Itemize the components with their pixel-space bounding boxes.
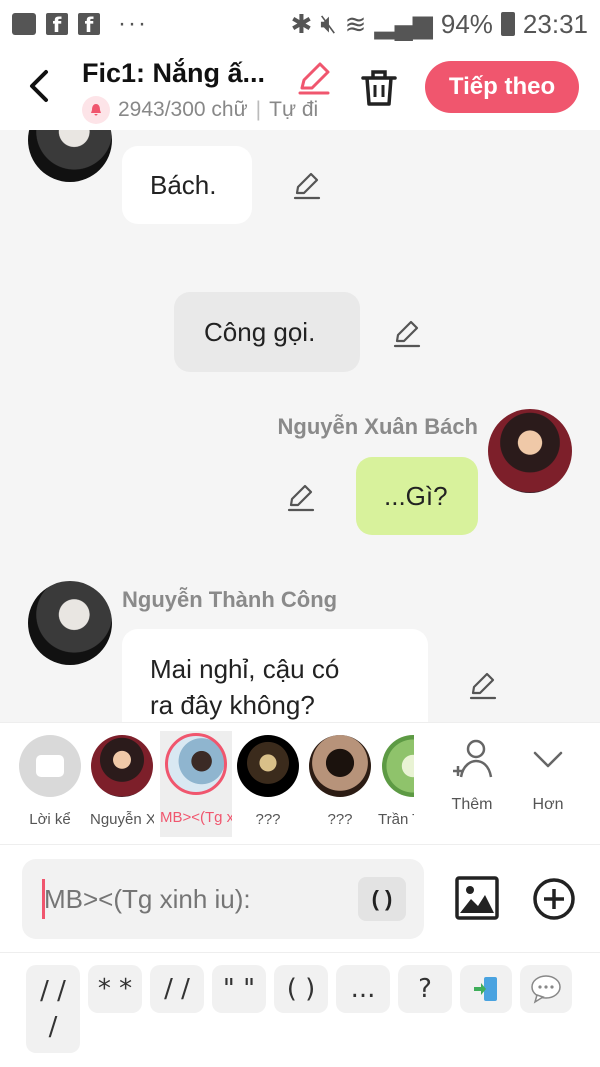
edit-title-pencil-icon[interactable] [296, 60, 332, 96]
speaker-name: Nguyễn Xuân Bách [277, 414, 478, 439]
mobile-arrow-icon [474, 977, 497, 1001]
character-item[interactable]: ??? [236, 735, 300, 828]
next-button[interactable]: Tiếp theo [425, 61, 579, 113]
more-notifications-icon: ··· [118, 10, 148, 37]
mute-icon: 🔇︎ [320, 8, 337, 38]
character-name: Trần T [378, 811, 414, 828]
message-text-line: ra đây không? [150, 690, 315, 720]
speaker-name: Nguyễn Thành Công [122, 587, 338, 612]
quick-key[interactable]: / / / [26, 965, 80, 1053]
separator: | [255, 98, 262, 121]
narrator-icon [19, 735, 81, 797]
character-item-selected[interactable]: MB><(Tg x... [160, 731, 232, 837]
message-bubble[interactable]: Mai nghỉ, cậu có ra đây không? [122, 629, 428, 722]
edit-message-pencil-icon[interactable] [292, 170, 322, 200]
quick-key[interactable]: ... [336, 965, 390, 1013]
battery-percent: 94% [440, 8, 493, 39]
expand-button[interactable]: Hơn [518, 737, 578, 814]
facebook-notification-icon: f [78, 13, 100, 37]
quick-key[interactable]: ? [398, 965, 452, 1013]
text-caret [42, 879, 45, 919]
avatar [237, 735, 299, 797]
edit-message-pencil-icon[interactable] [468, 670, 498, 700]
expand-label: Hơn [532, 796, 564, 813]
character-item[interactable]: Nguyễn X... [90, 735, 154, 828]
message-bubble[interactable]: ...Gì? [356, 457, 478, 535]
story-subline: 2943/300 chữ | Tự đi [82, 96, 332, 124]
gallery-notification-icon [12, 13, 36, 35]
bluetooth-icon: ✱ [290, 8, 313, 39]
character-item[interactable]: Trần T [378, 735, 414, 828]
word-count: 2943/300 chữ [118, 98, 248, 121]
quick-keys: / / / * * / / " " ( ) ... ? [0, 952, 600, 1067]
trash-icon[interactable] [360, 68, 398, 108]
avatar[interactable] [28, 581, 112, 665]
quick-key[interactable]: / / [150, 965, 204, 1013]
composer: ( ) [0, 844, 600, 952]
narration-bubble[interactable]: Công gọi. [174, 292, 360, 372]
quick-key[interactable]: " " [212, 965, 266, 1013]
speech-bubble-icon [531, 975, 561, 1004]
story-title[interactable]: Fic1: Nắng ấ... [82, 58, 265, 89]
add-character-label: Thêm [451, 796, 493, 813]
avatar [165, 733, 227, 795]
chat-emoji-key[interactable] [520, 965, 572, 1013]
message-text: Bách. [150, 169, 217, 200]
character-name: Lời kể [29, 811, 71, 828]
character-name: Nguyễn X... [90, 811, 154, 828]
avatar [309, 735, 371, 797]
avatar [382, 735, 414, 797]
message-bubble[interactable]: Bách. [122, 146, 252, 224]
message-text: ...Gì? [384, 480, 448, 511]
wifi-icon: ≋ [344, 8, 367, 39]
quick-key[interactable]: * * [88, 965, 142, 1013]
add-person-icon [453, 739, 493, 778]
status-bar: f f ··· ✱ 🔇︎ ≋ ▂▄▆ 94% 23:31 [0, 0, 600, 48]
editor-header: Fic1: Nắng ấ... 2943/300 chữ | Tự đi Tiế… [0, 48, 600, 130]
bell-icon [82, 96, 110, 124]
edit-message-pencil-icon[interactable] [392, 318, 422, 348]
quick-key[interactable]: ( ) [274, 965, 328, 1013]
paren-button[interactable]: ( ) [358, 877, 406, 921]
character-name: ??? [327, 811, 353, 828]
message-text-line: Mai nghỉ, cậu có [150, 654, 340, 684]
add-character-button[interactable]: Thêm [442, 737, 502, 814]
signal-icon: ▂▄▆ [374, 8, 433, 39]
avatar[interactable] [28, 130, 112, 182]
save-mode: Tự đi [269, 98, 319, 121]
back-arrow-icon[interactable] [22, 66, 58, 106]
battery-icon [500, 12, 515, 36]
image-icon[interactable] [454, 875, 500, 921]
avatar [91, 735, 153, 797]
character-name: MB><(Tg x... [160, 809, 232, 826]
facebook-notification-icon: f [46, 13, 68, 37]
edit-message-pencil-icon[interactable] [286, 482, 316, 512]
character-item[interactable]: ??? [308, 735, 372, 828]
add-circle-icon[interactable] [532, 877, 576, 921]
chevron-down-icon [533, 751, 563, 768]
clock: 23:31 [522, 8, 588, 39]
chat-area[interactable]: Bách. Công gọi. Nguyễn Xuân Bách ...Gì? … [0, 130, 600, 722]
character-narrator[interactable]: Lời kể [18, 735, 82, 828]
phone-emoji-key[interactable] [460, 965, 512, 1013]
avatar[interactable] [488, 409, 572, 493]
character-selector: Lời kể Nguyễn X... MB><(Tg x... ??? ??? … [0, 722, 600, 844]
character-name: ??? [255, 811, 281, 828]
message-text: Công gọi. [204, 316, 316, 347]
